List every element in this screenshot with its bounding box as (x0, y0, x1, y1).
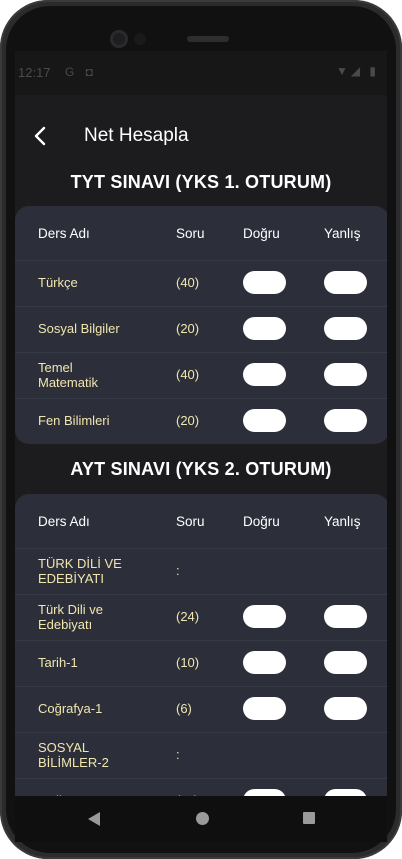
nav-back-icon[interactable] (87, 811, 101, 827)
row-label: Türkçe (38, 275, 78, 290)
table-row: Fen Bilimleri (20) (15, 398, 387, 444)
col-header-yanlis: Yanlış (324, 514, 361, 529)
yanlis-input[interactable] (324, 317, 367, 340)
table-row: Türk Dili ve Edebiyatı (24) (15, 594, 387, 641)
yanlis-input[interactable] (324, 789, 367, 796)
front-camera (110, 30, 128, 48)
status-bar: 12:17 G ◘ ▼◢ ▮ (15, 51, 387, 95)
dogru-input[interactable] (243, 651, 286, 674)
table-row: Sosyal Bilgiler (20) (15, 306, 387, 353)
table-row: Coğrafya-1 (6) (15, 686, 387, 733)
row-label: Temel Matematik (38, 360, 98, 390)
ayt-card: Ders Adı Soru Doğru Yanlış TÜRK DİLİ VE EDEB… (15, 494, 387, 796)
dogru-input[interactable] (243, 409, 286, 432)
row-question-count: : (176, 563, 180, 578)
table-row: Tarih-2(11) (15, 778, 387, 796)
table-row: Tarih-1 (10) (15, 640, 387, 687)
tyt-card: Ders Adı Soru Doğru Yanlış Türkçe (40) Sosyal … (15, 206, 387, 444)
row-question-count: (40) (176, 367, 200, 382)
table-row: Türkçe (40) (15, 260, 387, 307)
row-question-count: (20) (176, 321, 200, 336)
col-header-soru: Soru (176, 514, 205, 529)
row-label: TÜRK DİLİ VE EDEBİYATI (38, 556, 122, 586)
yanlis-input[interactable] (324, 363, 367, 386)
ayt-section-title: AYT SINAVI (YKS 2. OTURUM) (70, 459, 332, 479)
nav-recents-icon[interactable] (303, 812, 315, 824)
dogru-input[interactable] (243, 317, 286, 340)
col-header-name: Ders Adı (38, 226, 90, 241)
row-question-count: : (176, 747, 180, 762)
yanlis-input[interactable] (324, 697, 367, 720)
dogru-input[interactable] (243, 363, 286, 386)
row-label: Tarih-1 (38, 655, 78, 670)
yanlis-input[interactable] (324, 409, 367, 432)
page-title: Net Hesapla (84, 125, 189, 146)
row-label: Coğrafya-1 (38, 701, 103, 716)
speaker-grille (187, 36, 229, 42)
row-question-count: (40) (176, 275, 200, 290)
col-header-name: Ders Adı (38, 514, 90, 529)
system-nav-bar (15, 796, 387, 842)
back-arrow-icon[interactable] (29, 123, 55, 149)
signal-battery-icons: ▼◢ ▮ (335, 64, 379, 78)
row-label: Fen Bilimleri (38, 413, 110, 428)
row-question-count: (24) (176, 609, 200, 624)
row-label: SOSYAL BİLİMLER-2 (38, 740, 109, 770)
dogru-input[interactable] (243, 605, 286, 628)
tyt-section-title: TYT SINAVI (YKS 1. OTURUM) (70, 172, 332, 192)
col-header-dogru: Doğru (243, 514, 280, 529)
col-header-dogru: Doğru (243, 226, 280, 241)
status-time: 12:17 (18, 65, 51, 80)
yanlis-input[interactable] (324, 605, 367, 628)
table-row: SOSYAL BİLİMLER-2: (15, 732, 387, 779)
yanlis-input[interactable] (324, 651, 367, 674)
table-row: Temel Matematik (40) (15, 352, 387, 399)
notification-icons: G ◘ (65, 65, 97, 79)
dogru-input[interactable] (243, 697, 286, 720)
dogru-input[interactable] (243, 271, 286, 294)
table-row: TÜRK DİLİ VE EDEBİYATI: (15, 548, 387, 595)
col-header-yanlis: Yanlış (324, 226, 361, 241)
row-label: Türk Dili ve Edebiyatı (38, 602, 104, 632)
row-question-count: (20) (176, 413, 200, 428)
proximity-sensor (134, 33, 146, 45)
nav-home-icon[interactable] (196, 812, 209, 825)
yanlis-input[interactable] (324, 271, 367, 294)
app-screen: 12:17 G ◘ ▼◢ ▮ Net Hesapla TYT SINAVI (Y… (15, 51, 387, 796)
app-bar: Net Hesapla (15, 109, 387, 165)
dogru-input[interactable] (243, 789, 286, 796)
table-header: Ders Adı Soru Doğru Yanlış (15, 206, 387, 261)
row-question-count: (6) (176, 701, 192, 716)
col-header-soru: Soru (176, 226, 205, 241)
row-label: Sosyal Bilgiler (38, 321, 120, 336)
row-question-count: (10) (176, 655, 200, 670)
table-header: Ders Adı Soru Doğru Yanlış (15, 494, 387, 549)
